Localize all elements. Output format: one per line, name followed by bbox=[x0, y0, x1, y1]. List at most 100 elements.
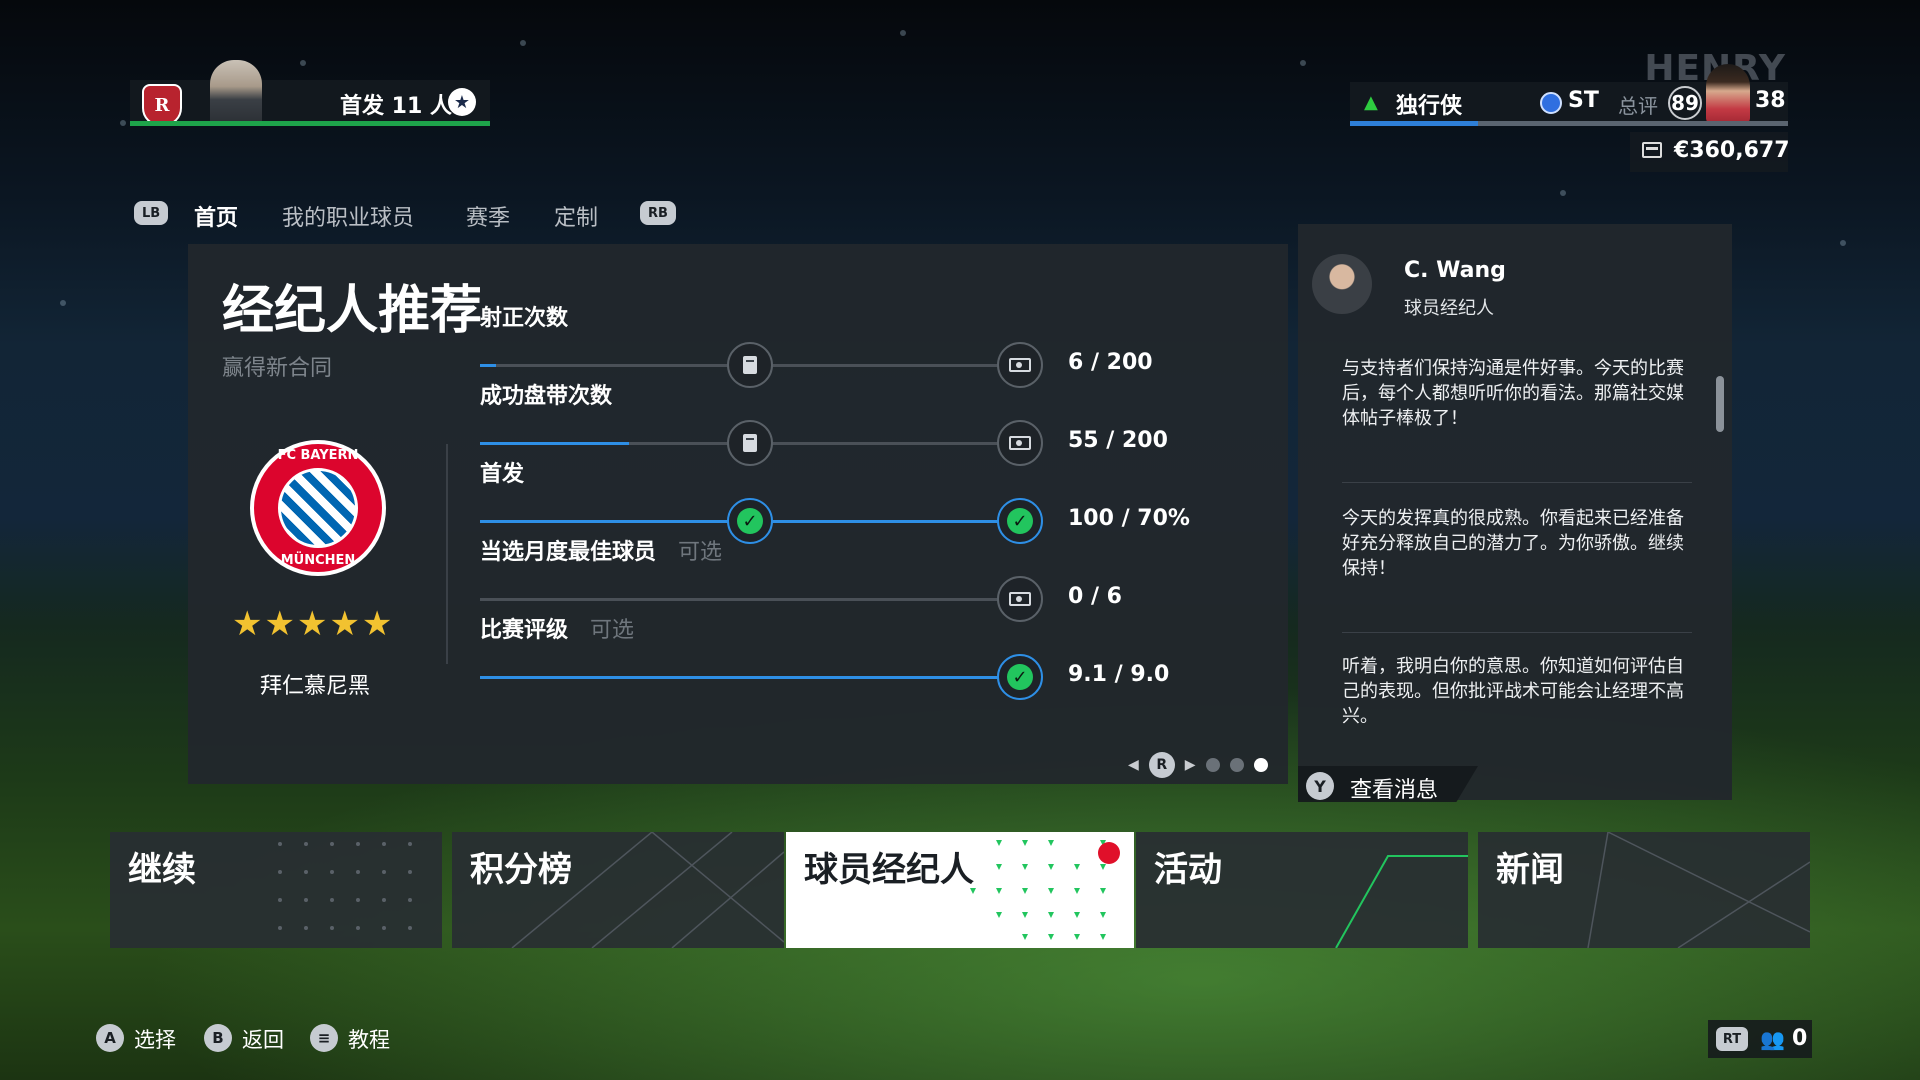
wallet: €360,677 bbox=[1630, 132, 1790, 172]
a-button[interactable]: A bbox=[96, 1024, 124, 1052]
panel-divider bbox=[446, 444, 448, 664]
back-hint[interactable]: 返回 bbox=[242, 1024, 284, 1054]
milestone-reward-icon[interactable] bbox=[727, 342, 773, 388]
club-crest-icon: R bbox=[142, 84, 182, 126]
objective-label: 射正次数 bbox=[480, 306, 569, 331]
position-icon bbox=[1540, 92, 1562, 114]
agent-role: 球员经纪人 bbox=[1404, 298, 1494, 319]
r-stick-button[interactable]: R bbox=[1148, 752, 1175, 778]
agent-message: 与支持者们保持沟通是件好事。今天的比赛后，每个人都想听听你的看法。那篇社交媒体帖… bbox=[1342, 358, 1684, 429]
agent-recommendation-panel[interactable]: 经纪人推荐 赢得新合同 FC BAYERN MÜNCHEN ★★★★★ 拜仁慕尼… bbox=[188, 244, 1288, 784]
milestone-check-icon[interactable]: ✓ bbox=[727, 498, 773, 544]
player-xp-bar-track bbox=[1478, 121, 1788, 126]
overall-label: 总评 bbox=[1618, 94, 1658, 118]
tile-news[interactable]: 新闻 bbox=[1478, 832, 1810, 948]
message-divider bbox=[1342, 482, 1692, 483]
objective-progress-value: 100 / 70% bbox=[1068, 506, 1190, 531]
objective-label: 当选月度最佳球员 bbox=[480, 540, 657, 565]
tile-standings[interactable]: 积分榜 bbox=[452, 832, 784, 948]
rb-button[interactable]: RB bbox=[640, 201, 676, 225]
tab-customise[interactable]: 定制 bbox=[554, 200, 598, 232]
objective-progress-fill bbox=[480, 364, 496, 367]
objective-progress-value: 6 / 200 bbox=[1068, 350, 1153, 375]
goal-reward-icon[interactable] bbox=[997, 420, 1043, 466]
goal-check-icon[interactable]: ✓ bbox=[997, 654, 1043, 700]
position-label: ST bbox=[1568, 88, 1599, 113]
page-dot-active[interactable] bbox=[1253, 758, 1268, 772]
tile-standings-label: 积分榜 bbox=[470, 850, 572, 890]
rt-button[interactable]: RT bbox=[1716, 1027, 1748, 1051]
club-star-rating: ★★★★★ bbox=[232, 604, 395, 644]
club-logo-text-bottom: MÜNCHEN bbox=[280, 553, 356, 568]
objective-optional-tag: 可选 bbox=[590, 618, 635, 643]
messages-scrollbar[interactable] bbox=[1716, 376, 1724, 432]
manager-avatar bbox=[210, 60, 262, 126]
page-next-icon[interactable]: ▶ bbox=[1185, 757, 1196, 773]
tab-home[interactable]: 首页 bbox=[194, 200, 238, 232]
player-age: 38 bbox=[1755, 88, 1786, 113]
objective-progress-fill bbox=[480, 676, 1020, 679]
club-logo-text-top: FC BAYERN bbox=[277, 448, 359, 463]
starting-eleven-label: 首发 11 人 bbox=[340, 94, 452, 119]
goal-reward-icon[interactable] bbox=[997, 576, 1043, 622]
menu-button[interactable]: ≡ bbox=[310, 1024, 338, 1052]
lb-button[interactable]: LB bbox=[134, 201, 169, 225]
goal-reward-icon[interactable] bbox=[997, 342, 1043, 388]
friends-bar[interactable]: RT 👥 0 bbox=[1708, 1020, 1812, 1058]
chest-icon bbox=[743, 356, 757, 374]
archetype-label: 独行侠 bbox=[1396, 94, 1463, 119]
tile-activities-label: 活动 bbox=[1154, 850, 1222, 890]
agent-message: 今天的发挥真的很成熟。你看起来已经准备好充分释放自己的潜力了。为你骄傲。继续保持… bbox=[1342, 508, 1684, 579]
page-dot[interactable] bbox=[1229, 758, 1244, 772]
goal-check-icon[interactable]: ✓ bbox=[997, 498, 1043, 544]
milestone-reward-icon[interactable] bbox=[727, 420, 773, 466]
view-messages-label[interactable]: 查看消息 bbox=[1350, 772, 1438, 804]
panel-subtitle: 赢得新合同 bbox=[222, 356, 333, 381]
check-icon: ✓ bbox=[1007, 508, 1033, 534]
agent-messages-panel[interactable]: C. Wang 球员经纪人 与支持者们保持沟通是件好事。今天的比赛后，每个人都想… bbox=[1298, 224, 1732, 800]
club-crest-text: R bbox=[154, 94, 170, 116]
tile-news-label: 新闻 bbox=[1496, 850, 1564, 890]
notification-dot bbox=[1098, 842, 1120, 864]
objective-progress-track bbox=[480, 598, 1020, 601]
tile-continue[interactable]: 继续 bbox=[110, 832, 442, 948]
friends-count: 0 bbox=[1792, 1026, 1808, 1051]
objective-progress-track bbox=[480, 676, 1020, 679]
check-icon: ✓ bbox=[1007, 664, 1033, 690]
objective-progress-value: 9.1 / 9.0 bbox=[1068, 662, 1170, 687]
check-icon: ✓ bbox=[737, 508, 763, 534]
agent-avatar bbox=[1312, 254, 1372, 314]
club-name: 拜仁慕尼黑 bbox=[260, 674, 371, 699]
tile-player-agent-label: 球员经纪人 bbox=[804, 850, 974, 890]
tile-player-agent[interactable]: 球员经纪人 bbox=[786, 832, 1134, 948]
player-xp-bar bbox=[1350, 121, 1478, 126]
message-divider bbox=[1342, 632, 1692, 633]
objective-label: 成功盘带次数 bbox=[480, 384, 613, 409]
cash-icon bbox=[1009, 436, 1031, 450]
objective-label: 比赛评级 bbox=[480, 618, 569, 643]
objective-progress-value: 0 / 6 bbox=[1068, 584, 1122, 609]
page-prev-icon[interactable]: ◀ bbox=[1128, 757, 1139, 773]
chest-icon bbox=[743, 434, 757, 452]
cash-icon bbox=[1009, 592, 1031, 606]
y-button[interactable]: Y bbox=[1306, 772, 1334, 800]
player-bar: ▲ 独行侠 ST 总评 89 38 bbox=[1350, 64, 1788, 126]
tab-my-pro[interactable]: 我的职业球员 bbox=[282, 200, 414, 232]
tile-activities[interactable]: 活动 bbox=[1136, 832, 1468, 948]
tutorial-hint[interactable]: 教程 bbox=[348, 1024, 390, 1054]
objective-progress-fill bbox=[480, 442, 629, 445]
select-hint[interactable]: 选择 bbox=[134, 1024, 176, 1054]
squad-progress-bar bbox=[130, 121, 490, 126]
agent-name: C. Wang bbox=[1404, 258, 1506, 283]
b-button[interactable]: B bbox=[204, 1024, 232, 1052]
player-avatar bbox=[1706, 64, 1750, 124]
star-icon: ★ bbox=[448, 88, 476, 116]
wallet-icon bbox=[1642, 142, 1662, 158]
tab-season[interactable]: 赛季 bbox=[466, 200, 510, 232]
page-dot[interactable] bbox=[1205, 758, 1220, 772]
agent-message: 听着，我明白你的意思。你知道如何评估自己的表现。但你批评战术可能会让经理不高兴。 bbox=[1342, 656, 1684, 727]
archetype-icon: ▲ bbox=[1364, 92, 1378, 113]
squad-bar: R 首发 11 人 ★ bbox=[130, 60, 490, 126]
page-indicator[interactable]: ◀ R ▶ bbox=[1128, 752, 1278, 778]
objective-label: 首发 bbox=[480, 462, 525, 487]
